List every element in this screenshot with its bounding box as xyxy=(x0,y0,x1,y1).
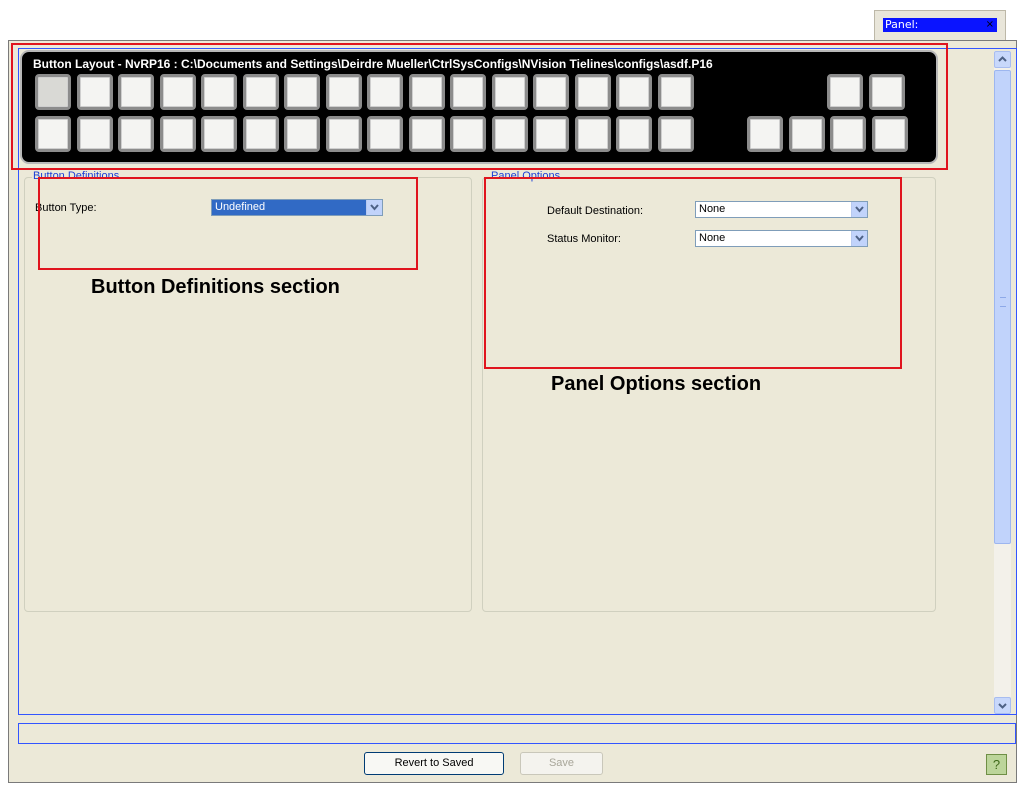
chevron-down-icon xyxy=(998,703,1007,709)
scroll-thumb[interactable] xyxy=(994,70,1011,544)
save-button[interactable]: Save xyxy=(520,752,603,775)
close-icon[interactable]: × xyxy=(986,18,994,32)
button-definitions-caption: Button Definitions section xyxy=(91,276,340,298)
status-bar xyxy=(18,723,1016,744)
scroll-grip xyxy=(1000,297,1006,307)
button-definitions-highlight-box xyxy=(38,177,418,270)
vertical-scrollbar[interactable] xyxy=(994,51,1011,714)
panel-tab-label: Panel: xyxy=(885,18,919,31)
button-layout-highlight-box xyxy=(11,43,948,170)
panel-options-highlight-box xyxy=(484,177,902,369)
scroll-down-button[interactable] xyxy=(994,697,1011,714)
chevron-up-icon xyxy=(998,56,1007,62)
scroll-up-button[interactable] xyxy=(994,51,1011,68)
panel-tab[interactable]: Panel: × xyxy=(874,10,1006,42)
panel-options-caption: Panel Options section xyxy=(551,373,762,395)
help-icon[interactable]: ? xyxy=(986,754,1007,775)
revert-to-saved-button[interactable]: Revert to Saved xyxy=(364,752,504,775)
